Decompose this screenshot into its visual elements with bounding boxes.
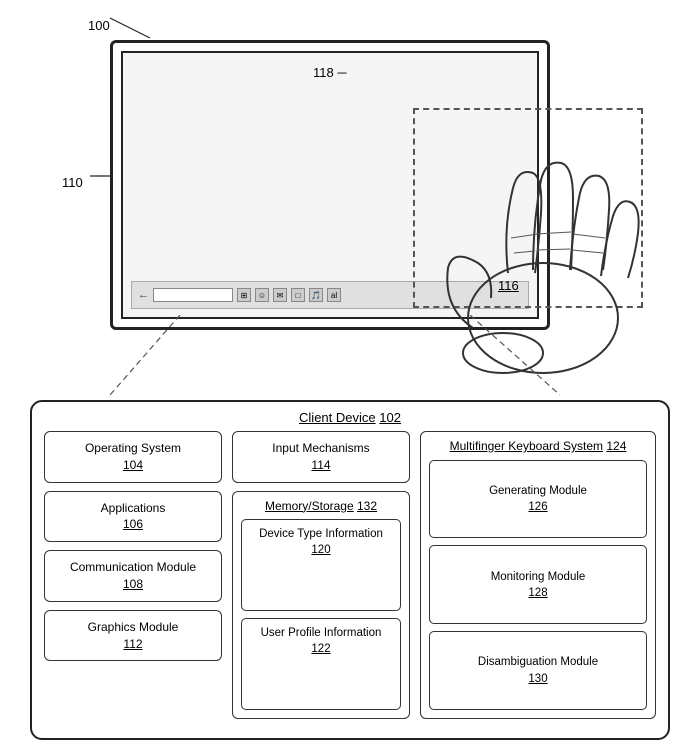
apps-label: Applications	[51, 500, 215, 517]
monitor-screen: ← ⊞ ☺ ✉ □ 🎵 al 118 ─	[121, 51, 539, 319]
multifinger-num: 124	[606, 439, 626, 453]
label-116: 116	[498, 278, 519, 293]
memory-box: Memory/Storage 132 Device Type Informati…	[232, 491, 410, 719]
graphics-num: 112	[123, 637, 142, 651]
generating-box: Generating Module 126	[429, 460, 647, 539]
comm-num: 108	[123, 577, 143, 591]
generating-label: Generating Module	[489, 483, 587, 499]
taskbar-icon-2: ☺	[255, 288, 269, 302]
disambiguation-box: Disambiguation Module 130	[429, 631, 647, 710]
arrow-110-svg	[90, 170, 118, 182]
user-profile-label: User Profile Information	[246, 625, 396, 641]
input-num: 114	[311, 458, 330, 472]
monitor-frame: ← ⊞ ☺ ✉ □ 🎵 al 118 ─	[110, 40, 550, 330]
os-box: Operating System 104	[44, 431, 222, 483]
client-device-title: Client Device 102	[32, 402, 668, 431]
graphics-box: Graphics Module 112	[44, 610, 222, 662]
column-middle: Input Mechanisms 114 Memory/Storage 132 …	[232, 431, 410, 719]
disambiguation-label: Disambiguation Module	[478, 654, 598, 670]
memory-title: Memory/Storage 132	[233, 492, 409, 520]
label-118: 118 ─	[313, 65, 347, 80]
back-arrow-icon: ←	[138, 289, 149, 301]
diagram-body: Operating System 104 Applications 106 Co…	[32, 431, 668, 729]
comm-box: Communication Module 108	[44, 550, 222, 602]
input-label: Input Mechanisms	[239, 440, 403, 457]
device-type-label: Device Type Information	[246, 526, 396, 542]
memory-label: Memory/Storage	[265, 499, 354, 513]
taskbar-icon-6: al	[327, 288, 341, 302]
client-device-num: 102	[379, 410, 401, 425]
taskbar-icon-1: ⊞	[237, 288, 251, 302]
memory-num: 132	[357, 499, 377, 513]
graphics-label: Graphics Module	[51, 619, 215, 636]
generating-num: 126	[528, 501, 547, 513]
device-type-num: 120	[311, 544, 330, 556]
illustration-area: 100 ← ⊞ ☺ ✉ □ 🎵 al 118 ─	[0, 0, 700, 400]
arrow-100-svg	[100, 10, 160, 40]
monitoring-num: 128	[528, 587, 547, 599]
monitoring-label: Monitoring Module	[491, 569, 586, 585]
apps-num: 106	[123, 517, 143, 531]
os-label: Operating System	[51, 440, 215, 457]
multifinger-inner: Generating Module 126 Monitoring Module …	[421, 460, 655, 718]
input-box: Input Mechanisms 114	[232, 431, 410, 483]
label-110: 110	[62, 175, 83, 190]
disambiguation-num: 130	[528, 673, 547, 685]
multifinger-label: Multifinger Keyboard System	[450, 439, 603, 453]
taskbar-icon-4: □	[291, 288, 305, 302]
column-right: Multifinger Keyboard System 124 Generati…	[420, 431, 656, 719]
monitoring-box: Monitoring Module 128	[429, 545, 647, 624]
user-profile-num: 122	[311, 643, 330, 655]
client-device-label: Client Device	[299, 410, 376, 425]
column-left: Operating System 104 Applications 106 Co…	[44, 431, 222, 719]
address-bar	[153, 288, 233, 302]
comm-label: Communication Module	[51, 559, 215, 576]
memory-inner: Device Type Information 120 User Profile…	[233, 519, 409, 718]
os-num: 104	[123, 458, 143, 472]
device-type-box: Device Type Information 120	[241, 519, 401, 611]
user-profile-box: User Profile Information 122	[241, 618, 401, 710]
diagram-box: Client Device 102 Operating System 104 A…	[30, 400, 670, 740]
multifinger-title: Multifinger Keyboard System 124	[421, 432, 655, 460]
connector-lines	[100, 315, 600, 400]
multifinger-outer-box: Multifinger Keyboard System 124 Generati…	[420, 431, 656, 719]
taskbar-icon-3: ✉	[273, 288, 287, 302]
taskbar-icon-5: 🎵	[309, 288, 323, 302]
apps-box: Applications 106	[44, 491, 222, 543]
